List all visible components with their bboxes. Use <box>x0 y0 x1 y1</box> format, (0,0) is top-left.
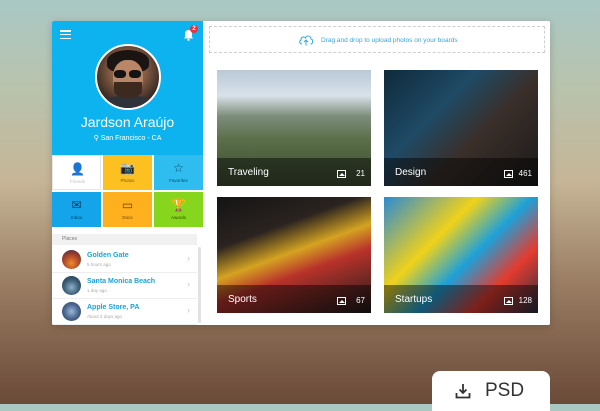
tile-inbox[interactable]: ✉ Inbox <box>52 192 101 227</box>
trophy-icon: 🏆 <box>171 198 186 212</box>
tile-awards[interactable]: 🏆 Awards <box>154 192 203 227</box>
profile-header: 2 Jardson Araújo ⚲ San Francisco - CA <box>52 21 203 155</box>
notification-badge: 2 <box>190 25 198 33</box>
place-name: Santa Monica Beach <box>87 278 156 285</box>
tile-label: Awards <box>171 215 186 220</box>
download-icon <box>455 384 471 399</box>
board-count: 461 <box>518 169 532 178</box>
board-design[interactable]: Design 461 <box>384 70 538 186</box>
chevron-right-icon: › <box>187 253 190 263</box>
place-name: Apple Store, PA <box>87 304 140 311</box>
board-count: 128 <box>518 296 532 305</box>
location-pin-icon: ⚲ <box>93 135 99 142</box>
board-sports[interactable]: Sports 67 <box>217 197 371 313</box>
image-icon <box>504 297 513 305</box>
chevron-right-icon: › <box>187 305 190 315</box>
hamburger-menu-icon[interactable] <box>60 30 71 40</box>
avatar[interactable] <box>95 44 161 110</box>
download-psd-button[interactable]: PSD <box>432 371 550 411</box>
places-heading: Places <box>52 234 197 245</box>
place-item[interactable]: Golden Gate 5 hours ago › <box>52 247 197 273</box>
upload-dropzone[interactable]: Drag and drop to upload photos on your b… <box>209 26 545 53</box>
image-icon <box>504 170 513 178</box>
chevron-right-icon: › <box>187 279 190 289</box>
camera-icon: 📷 <box>120 161 135 175</box>
envelope-icon: ✉ <box>71 198 82 212</box>
place-item[interactable]: Apple Store, PA About 2 days ago › <box>52 299 197 325</box>
board-name: Traveling <box>228 167 269 178</box>
tile-label: Photos <box>120 178 135 183</box>
tile-favorites[interactable]: ☆ Favorites <box>154 155 203 190</box>
place-name: Golden Gate <box>87 252 129 259</box>
sidebar: 2 Jardson Araújo ⚲ San Francisco - CA 👤 F… <box>52 21 203 325</box>
download-psd-label: PSD <box>485 380 525 401</box>
tile-friends[interactable]: 👤 Friends <box>52 155 101 190</box>
place-time: 1 day ago <box>87 288 107 293</box>
image-icon <box>337 170 346 178</box>
tile-label: Favorites <box>169 178 188 183</box>
shortcut-tiles: 👤 Friends 📷 Photos ☆ Favorites ✉ Inbox ▭ Docs 🏆 Awa… <box>52 155 203 227</box>
profile-name: Jardson Araújo <box>80 114 175 130</box>
profile-location: ⚲ San Francisco - CA <box>52 134 203 142</box>
main-panel: Drag and drop to upload photos on your b… <box>203 21 550 325</box>
place-time: About 2 days ago <box>87 314 123 319</box>
place-item[interactable]: Santa Monica Beach 1 day ago › <box>52 273 197 299</box>
board-name: Design <box>395 167 427 178</box>
app-window: 2 Jardson Araújo ⚲ San Francisco - CA 👤 F… <box>52 21 550 325</box>
location-text: San Francisco - CA <box>100 135 162 142</box>
places-scrollbar[interactable] <box>198 247 201 323</box>
image-icon <box>337 297 346 305</box>
board-startups[interactable]: Startups 128 <box>384 197 538 313</box>
tile-label: Inbox <box>70 215 82 220</box>
upload-text: Drag and drop to upload photos on your b… <box>321 37 458 44</box>
board-name: Startups <box>395 294 433 305</box>
place-thumbnail <box>62 276 81 295</box>
place-time: 5 hours ago <box>87 262 111 267</box>
cloud-upload-icon <box>299 35 314 46</box>
tile-photos[interactable]: 📷 Photos <box>103 155 152 190</box>
person-icon: 👤 <box>70 162 85 176</box>
board-name: Sports <box>228 294 257 305</box>
place-thumbnail <box>62 250 81 269</box>
star-icon: ☆ <box>173 161 184 175</box>
tile-label: Friends <box>69 179 85 184</box>
board-traveling[interactable]: Traveling 21 <box>217 70 371 186</box>
tile-docs[interactable]: ▭ Docs <box>103 192 152 227</box>
board-count: 67 <box>356 296 365 305</box>
board-count: 21 <box>356 169 365 178</box>
place-thumbnail <box>62 302 81 321</box>
document-icon: ▭ <box>121 198 134 212</box>
tile-label: Docs <box>122 215 133 220</box>
